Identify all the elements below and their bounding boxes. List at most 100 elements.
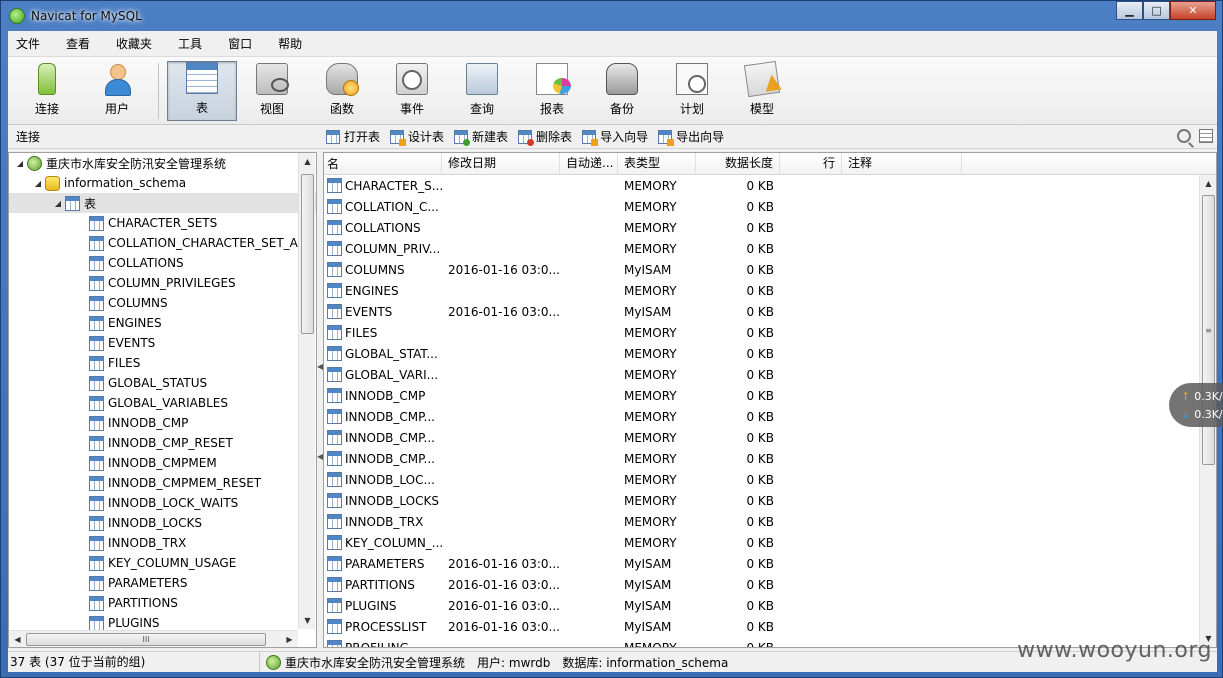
toolbar-backup-button[interactable]: 备份 bbox=[587, 61, 657, 121]
table-row[interactable]: INNODB_CMP... MEMORY 0 KB bbox=[324, 448, 1216, 469]
tree-table-node[interactable]: GLOBAL_VARIABLES bbox=[9, 393, 316, 413]
delete-table-button[interactable]: 删除表 bbox=[518, 128, 572, 146]
table-row[interactable]: INNODB_LOC... MEMORY 0 KB bbox=[324, 469, 1216, 490]
menu-window[interactable]: 窗口 bbox=[220, 35, 264, 52]
toolbar-schedule-button[interactable]: 计划 bbox=[657, 61, 727, 121]
tree-table-node[interactable]: INNODB_LOCKS bbox=[9, 513, 316, 533]
menu-tools[interactable]: 工具 bbox=[170, 35, 214, 52]
toolbar-view-button[interactable]: 视图 bbox=[237, 61, 307, 121]
table-row[interactable]: EVENTS 2016-01-16 03:0... MyISAM 0 KB bbox=[324, 301, 1216, 322]
tree-table-node[interactable]: INNODB_CMP bbox=[9, 413, 316, 433]
title-bar[interactable]: Navicat for MySQL ▁ □ ✕ bbox=[1, 1, 1222, 31]
close-button[interactable]: ✕ bbox=[1170, 1, 1216, 20]
toolbar-table-button[interactable]: 表 bbox=[167, 60, 237, 121]
toolbar-query-button[interactable]: 查询 bbox=[447, 61, 517, 121]
table-row[interactable]: INNODB_LOCKS MEMORY 0 KB bbox=[324, 490, 1216, 511]
tree-table-node[interactable]: INNODB_TRX bbox=[9, 533, 316, 553]
table-row[interactable]: COLUMN_PRIV... MEMORY 0 KB bbox=[324, 238, 1216, 259]
search-icon[interactable] bbox=[1177, 129, 1191, 143]
menu-view[interactable]: 查看 bbox=[58, 35, 102, 52]
tree-table-node[interactable]: INNODB_CMPMEM_RESET bbox=[9, 473, 316, 493]
table-row[interactable]: INNODB_CMP... MEMORY 0 KB bbox=[324, 406, 1216, 427]
tree-table-node[interactable]: INNODB_CMP_RESET bbox=[9, 433, 316, 453]
tree-table-node[interactable]: INNODB_CMPMEM bbox=[9, 453, 316, 473]
tree-horizontal-scrollbar[interactable]: ◀ III ▶ bbox=[9, 630, 298, 647]
new-table-button[interactable]: 新建表 bbox=[454, 128, 508, 146]
open-table-button[interactable]: 打开表 bbox=[326, 128, 380, 145]
menu-help[interactable]: 帮助 bbox=[270, 35, 314, 52]
table-row[interactable]: ENGINES MEMORY 0 KB bbox=[324, 280, 1216, 301]
window-controls: ▁ □ ✕ bbox=[1116, 1, 1216, 20]
design-table-button[interactable]: 设计表 bbox=[390, 128, 444, 146]
tree-table-node[interactable]: COLUMNS bbox=[9, 293, 316, 313]
tree-tables-group[interactable]: ◢ 表 bbox=[9, 193, 316, 213]
column-header-comment[interactable]: 注释 bbox=[842, 153, 962, 175]
collapse-arrow-icon[interactable]: ◢ bbox=[33, 179, 43, 188]
column-header-table-type[interactable]: 表类型 bbox=[618, 153, 696, 175]
tree-table-node[interactable]: EVENTS bbox=[9, 333, 316, 353]
table-row[interactable]: GLOBAL_VARI... MEMORY 0 KB bbox=[324, 364, 1216, 385]
tree-table-node[interactable]: COLUMN_PRIVILEGES bbox=[9, 273, 316, 293]
column-header-auto-increment[interactable]: 自动递... bbox=[560, 153, 618, 175]
tree-table-node[interactable]: PARTITIONS bbox=[9, 593, 316, 613]
tree-table-node[interactable]: COLLATIONS bbox=[9, 253, 316, 273]
table-row[interactable]: INNODB_CMP MEMORY 0 KB bbox=[324, 385, 1216, 406]
scroll-up-arrow-icon[interactable]: ▲ bbox=[299, 153, 316, 170]
tree-table-node[interactable]: CHARACTER_SETS bbox=[9, 213, 316, 233]
table-row[interactable]: PROCESSLIST 2016-01-16 03:0... MyISAM 0 KB bbox=[324, 616, 1216, 637]
toolbar-model-button[interactable]: 模型 bbox=[727, 60, 797, 121]
table-row[interactable]: PARTITIONS 2016-01-16 03:0... MyISAM 0 KB bbox=[324, 574, 1216, 595]
tree-table-node[interactable]: FILES bbox=[9, 353, 316, 373]
column-header-rows[interactable]: 行 bbox=[780, 153, 842, 175]
scroll-left-arrow-icon[interactable]: ◀ bbox=[9, 631, 26, 647]
toolbar-event-button[interactable]: 事件 bbox=[377, 61, 447, 121]
table-row[interactable]: CHARACTER_S... MEMORY 0 KB bbox=[324, 175, 1216, 196]
cell-table-type: MEMORY bbox=[624, 640, 677, 648]
table-row[interactable]: INNODB_TRX MEMORY 0 KB bbox=[324, 511, 1216, 532]
tree-table-node[interactable]: KEY_COLUMN_USAGE bbox=[9, 553, 316, 573]
tree-database-node[interactable]: ◢ information_schema bbox=[9, 173, 316, 193]
tree-server-node[interactable]: ◢ 重庆市水库安全防汛安全管理系统 bbox=[9, 153, 316, 173]
menu-file[interactable]: 文件 bbox=[8, 35, 52, 52]
scroll-right-arrow-icon[interactable]: ▶ bbox=[281, 631, 298, 647]
export-wizard-button[interactable]: 导出向导 bbox=[658, 128, 724, 146]
toolbar-user-button[interactable]: 用户 bbox=[82, 61, 152, 121]
table-row[interactable]: INNODB_CMP... MEMORY 0 KB bbox=[324, 427, 1216, 448]
column-header-modified[interactable]: 修改日期 bbox=[442, 153, 560, 175]
collapse-arrow-icon[interactable]: ◢ bbox=[15, 159, 25, 168]
query-icon bbox=[466, 62, 498, 95]
tree-vertical-scrollbar[interactable]: ▲ ▼ bbox=[298, 153, 315, 629]
column-header-name[interactable]: 名 bbox=[324, 153, 442, 175]
collapse-arrow-icon[interactable]: ◢ bbox=[53, 199, 63, 208]
menu-favorites[interactable]: 收藏夹 bbox=[108, 35, 164, 52]
scroll-up-arrow-icon[interactable]: ▲ bbox=[1200, 175, 1216, 192]
tree-table-node[interactable]: PARAMETERS bbox=[9, 573, 316, 593]
tree-table-node[interactable]: GLOBAL_STATUS bbox=[9, 373, 316, 393]
table-row[interactable]: GLOBAL_STAT... MEMORY 0 KB bbox=[324, 343, 1216, 364]
column-header-data-length[interactable]: 数据长度 bbox=[696, 153, 780, 175]
toolbar-connection-button[interactable]: 连接 bbox=[12, 61, 82, 121]
import-wizard-button[interactable]: 导入向导 bbox=[582, 128, 648, 146]
table-row[interactable]: COLUMNS 2016-01-16 03:0... MyISAM 0 KB bbox=[324, 259, 1216, 280]
table-icon bbox=[89, 575, 104, 591]
cell-name: GLOBAL_STAT... bbox=[324, 346, 442, 361]
toolbar-function-button[interactable]: 函数 bbox=[307, 61, 377, 121]
minimize-button[interactable]: ▁ bbox=[1116, 1, 1143, 20]
scroll-down-arrow-icon[interactable]: ▼ bbox=[299, 612, 316, 629]
toolbar-report-button[interactable]: 报表 bbox=[517, 61, 587, 121]
detail-view-icon[interactable] bbox=[1199, 129, 1213, 143]
table-row[interactable]: COLLATIONS MEMORY 0 KB bbox=[324, 217, 1216, 238]
table-row[interactable]: PARAMETERS 2016-01-16 03:0... MyISAM 0 KB bbox=[324, 553, 1216, 574]
cell-table-type: MEMORY bbox=[624, 283, 677, 298]
table-row[interactable]: COLLATION_C... MEMORY 0 KB bbox=[324, 196, 1216, 217]
network-speed-widget[interactable]: ↑0.3K/s ↓0.3K/s bbox=[1169, 383, 1223, 427]
scroll-thumb[interactable] bbox=[301, 174, 314, 334]
table-row[interactable]: PLUGINS 2016-01-16 03:0... MyISAM 0 KB bbox=[324, 595, 1216, 616]
table-row[interactable]: KEY_COLUMN_... MEMORY 0 KB bbox=[324, 532, 1216, 553]
tree-table-node[interactable]: ENGINES bbox=[9, 313, 316, 333]
maximize-button[interactable]: □ bbox=[1143, 1, 1170, 20]
table-row[interactable]: FILES MEMORY 0 KB bbox=[324, 322, 1216, 343]
tree-table-node[interactable]: COLLATION_CHARACTER_SET_AI bbox=[9, 233, 316, 253]
tree-table-node[interactable]: INNODB_LOCK_WAITS bbox=[9, 493, 316, 513]
scroll-thumb[interactable]: III bbox=[26, 633, 266, 646]
